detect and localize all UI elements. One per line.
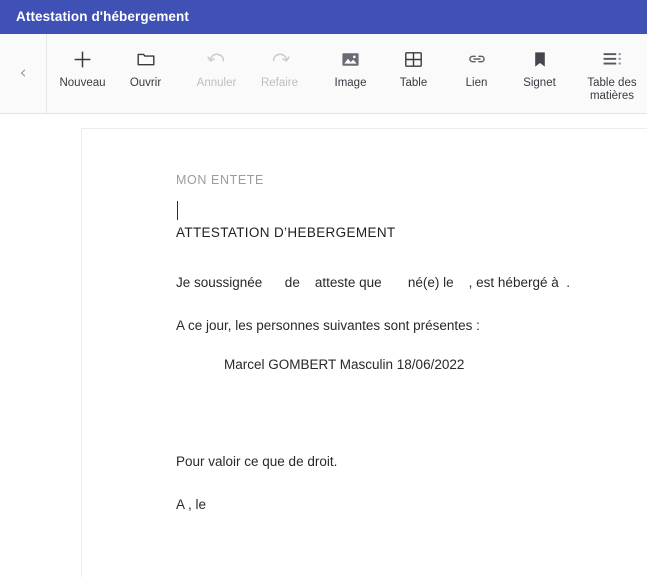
- document-page[interactable]: MON ENTETE ATTESTATION D’HEBERGEMENT Je …: [81, 128, 647, 577]
- toolbar-label-nouveau: Nouveau: [59, 77, 106, 89]
- document-person-row[interactable]: Marcel GOMBERT Masculin 18/06/2022: [224, 355, 646, 374]
- redo-icon: [269, 47, 291, 71]
- document-editor-window: Attestation d'hébergement ‹ Nouveau Ouvr…: [0, 0, 647, 577]
- toolbar-button-nouveau[interactable]: Nouveau: [51, 34, 114, 113]
- document-paragraph-presents[interactable]: A ce jour, les personnes suivantes sont …: [176, 316, 646, 335]
- toolbar-label-annuler: Annuler: [196, 77, 237, 89]
- document-title-paragraph[interactable]: ATTESTATION D’HEBERGEMENT: [176, 225, 646, 240]
- text-caret: [177, 201, 178, 220]
- title-bar: Attestation d'hébergement: [0, 0, 647, 34]
- table-grid-icon: [404, 47, 423, 71]
- toolbar-group-insert: Image Table Lien Signet Table des matièr…: [315, 34, 647, 113]
- chevron-left-icon: ‹: [19, 63, 27, 83]
- image-icon: [341, 47, 360, 71]
- window-title: Attestation d'hébergement: [16, 9, 189, 25]
- toolbar-label-table-des-matieres: Table des matières: [587, 77, 637, 102]
- document-header-text[interactable]: MON ENTETE: [176, 173, 646, 187]
- toolbar-button-signet[interactable]: Signet: [508, 34, 571, 113]
- toolbar-group-file: Nouveau Ouvrir: [47, 34, 181, 113]
- toolbar-label-lien: Lien: [465, 77, 488, 89]
- link-icon: [467, 47, 487, 71]
- document-body[interactable]: MON ENTETE ATTESTATION D’HEBERGEMENT Je …: [82, 129, 647, 514]
- toolbar-label-signet: Signet: [523, 77, 556, 89]
- toolbar-button-table-des-matieres[interactable]: Table des matières: [571, 34, 647, 113]
- toolbar-label-ouvrir: Ouvrir: [129, 77, 162, 89]
- toolbar-button-ouvrir[interactable]: Ouvrir: [114, 34, 177, 113]
- toolbar-label-image: Image: [334, 77, 367, 89]
- toolbar-button-refaire: Refaire: [248, 34, 311, 113]
- toolbar-button-table[interactable]: Table: [382, 34, 445, 113]
- toolbar-group-history: Annuler Refaire: [181, 34, 315, 113]
- document-paragraph-closing[interactable]: Pour valoir ce que de droit.: [176, 452, 646, 471]
- folder-icon: [136, 47, 156, 71]
- toolbar-button-annuler: Annuler: [185, 34, 248, 113]
- toolbar-label-table: Table: [399, 77, 428, 89]
- document-canvas[interactable]: MON ENTETE ATTESTATION D’HEBERGEMENT Je …: [0, 114, 647, 577]
- document-paragraph-declaration[interactable]: Je soussignée de atteste que né(e) le , …: [176, 273, 646, 292]
- sidebar-collapse-button[interactable]: ‹: [0, 34, 47, 113]
- bookmark-icon: [532, 47, 548, 71]
- undo-icon: [206, 47, 228, 71]
- main-toolbar: ‹ Nouveau Ouvrir Annuler Refaire Image T…: [0, 34, 647, 114]
- document-paragraph-signature[interactable]: A , le: [176, 495, 646, 514]
- toc-icon: [602, 47, 623, 71]
- toolbar-label-refaire: Refaire: [260, 77, 299, 89]
- document-blank-space[interactable]: [176, 374, 646, 452]
- toolbar-button-lien[interactable]: Lien: [445, 34, 508, 113]
- empty-paragraph-with-caret[interactable]: [176, 187, 646, 225]
- toolbar-button-image[interactable]: Image: [319, 34, 382, 113]
- plus-icon: [72, 47, 93, 71]
